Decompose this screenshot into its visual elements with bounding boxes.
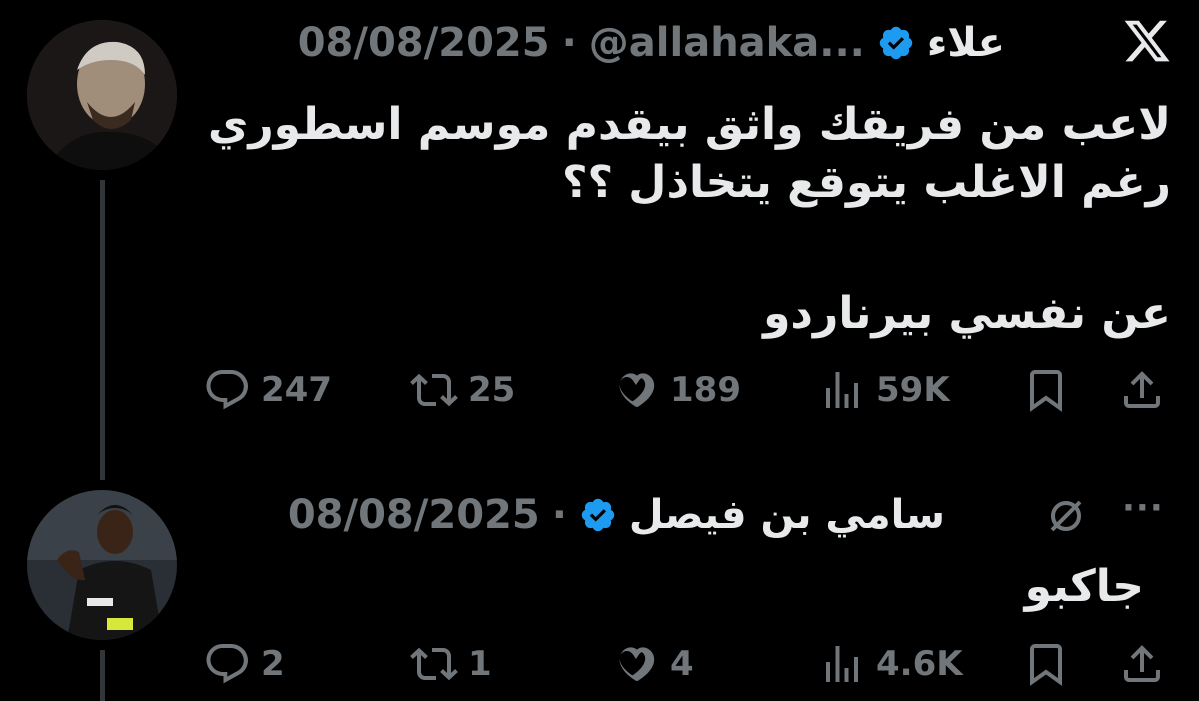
grok-icon[interactable] bbox=[1042, 492, 1090, 540]
views-button[interactable]: 4.6K bbox=[818, 640, 963, 688]
verified-badge-icon bbox=[579, 496, 617, 534]
repost-count: 1 bbox=[468, 644, 492, 684]
views-button[interactable]: 59K bbox=[818, 366, 950, 414]
views-icon bbox=[826, 372, 858, 408]
tweet-text-line: عن نفسي بيرناردو bbox=[763, 288, 1171, 339]
heart-icon bbox=[619, 373, 655, 407]
reply-count: 247 bbox=[261, 370, 332, 410]
repost-button[interactable]: 1 bbox=[410, 640, 492, 688]
thread-line bbox=[100, 650, 105, 701]
tweet-header: 08/08/2025 · @allahaka... علاء bbox=[205, 18, 1005, 68]
thread-line bbox=[100, 180, 105, 480]
meta-separator: · bbox=[561, 20, 577, 66]
avatar-image bbox=[27, 20, 177, 170]
repost-button[interactable]: 25 bbox=[410, 366, 515, 414]
x-logo-icon[interactable] bbox=[1122, 16, 1172, 66]
tweet-text: جاكبو bbox=[1024, 561, 1144, 612]
repost-icon bbox=[410, 373, 458, 407]
repost-count: 25 bbox=[468, 370, 516, 410]
reply-button[interactable]: 247 bbox=[203, 366, 332, 414]
reply-icon bbox=[206, 370, 248, 410]
tweet-date[interactable]: 08/08/2025 bbox=[288, 492, 540, 538]
bookmark-icon bbox=[1030, 370, 1062, 412]
views-count: 59K bbox=[876, 370, 950, 410]
more-options-button[interactable]: ··· bbox=[1122, 488, 1164, 528]
author-name[interactable]: سامي بن فيصل bbox=[629, 492, 945, 538]
bookmark-icon bbox=[1030, 644, 1062, 686]
heart-icon bbox=[619, 647, 655, 681]
views-count: 4.6K bbox=[876, 644, 963, 684]
share-icon bbox=[1124, 371, 1160, 408]
tweet-text-line: رغم الاغلب يتوقع يتخاذل ؟؟ bbox=[561, 157, 1171, 208]
bookmark-button[interactable] bbox=[1022, 366, 1070, 418]
share-button[interactable] bbox=[1118, 640, 1166, 692]
tweet-text-line: لاعب من فريقك واثق بيقدم موسم اسطوري bbox=[208, 99, 1171, 150]
meta-separator: · bbox=[551, 492, 567, 538]
author-handle[interactable]: @allahaka... bbox=[589, 20, 865, 66]
verified-badge-icon bbox=[877, 24, 915, 62]
repost-icon bbox=[410, 647, 458, 681]
author-name[interactable]: علاء bbox=[927, 20, 1005, 66]
tweet-date[interactable]: 08/08/2025 bbox=[298, 20, 550, 66]
views-icon bbox=[826, 646, 858, 682]
tweet-text: لاعب من فريقك واثق بيقدم موسم اسطوري رغم… bbox=[205, 96, 1171, 212]
avatar-image bbox=[27, 490, 177, 640]
reply-button[interactable]: 2 bbox=[203, 640, 285, 688]
share-icon bbox=[1124, 645, 1160, 682]
share-button[interactable] bbox=[1118, 366, 1166, 418]
avatar[interactable] bbox=[27, 490, 177, 640]
tweet-header: 08/08/2025 · سامي بن فيصل bbox=[205, 490, 945, 540]
like-button[interactable]: 4 bbox=[612, 640, 694, 688]
like-button[interactable]: 189 bbox=[612, 366, 741, 414]
reply-icon bbox=[206, 644, 248, 684]
avatar[interactable] bbox=[27, 20, 177, 170]
like-count: 189 bbox=[670, 370, 741, 410]
reply-count: 2 bbox=[261, 644, 285, 684]
like-count: 4 bbox=[670, 644, 694, 684]
bookmark-button[interactable] bbox=[1022, 640, 1070, 692]
